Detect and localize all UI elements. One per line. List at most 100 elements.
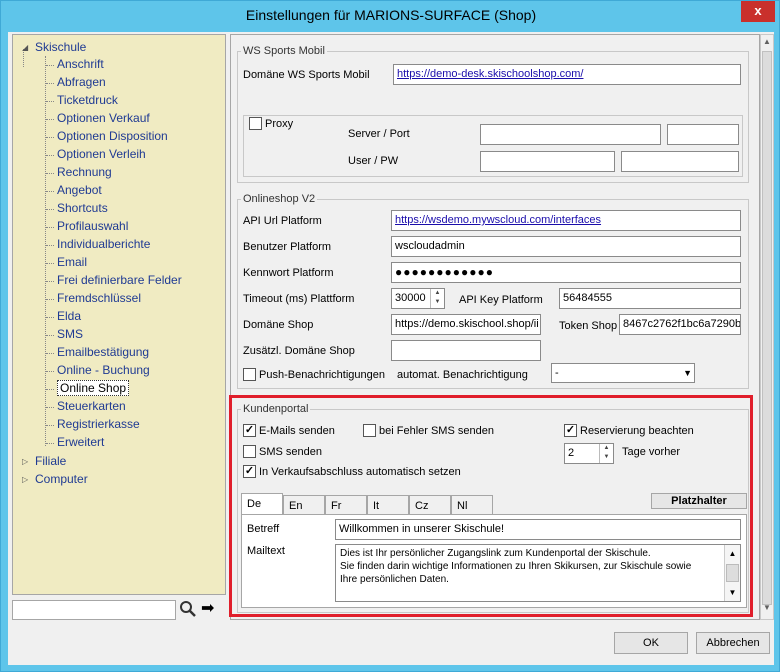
auto-notify-select[interactable]: - ▼	[551, 363, 695, 383]
tree-item[interactable]: Optionen Disposition	[57, 128, 168, 145]
tab-de[interactable]: De	[241, 493, 283, 515]
tree-item[interactable]: Angebot	[57, 182, 102, 199]
port-input[interactable]	[667, 124, 739, 145]
push-checkbox[interactable]	[243, 368, 256, 381]
tree-item[interactable]: Email	[57, 254, 87, 271]
tree-item[interactable]: Profilauswahl	[57, 218, 128, 235]
verkauf-checkbox[interactable]	[243, 465, 256, 478]
sms-error-checkbox[interactable]	[363, 424, 376, 437]
tree-search-input[interactable]	[12, 600, 176, 620]
tab-cz[interactable]: Cz	[409, 495, 451, 515]
server-port-label: Server / Port	[348, 128, 410, 140]
tree-item[interactable]: Rechnung	[57, 164, 112, 181]
cancel-button[interactable]: Abbrechen	[696, 632, 770, 654]
tree-root-computer[interactable]: ▷ Computer	[22, 471, 88, 488]
tree-item[interactable]: Emailbestätigung	[57, 344, 149, 361]
textarea-scrollbar[interactable]: ▲ ▼	[724, 545, 740, 601]
reservierung-checkbox[interactable]	[564, 424, 577, 437]
tree-item[interactable]: Optionen Verkauf	[57, 110, 150, 127]
tree-item[interactable]: Anschrift	[57, 56, 104, 73]
tree-item-label: Registrierkasse	[57, 417, 140, 431]
scroll-thumb[interactable]	[726, 564, 739, 582]
search-icon[interactable]	[178, 599, 198, 619]
tab-en[interactable]: En	[283, 495, 325, 515]
mailtext-line: Dies ist Ihr persönlicher Zugangslink zu…	[340, 548, 651, 559]
tree-item[interactable]: Elda	[57, 308, 81, 325]
tree-connector	[46, 299, 54, 300]
expand-icon[interactable]: ▷	[22, 471, 28, 488]
tree-item[interactable]: Abfragen	[57, 74, 106, 91]
proxy-checkbox[interactable]	[249, 117, 262, 130]
expand-icon[interactable]: ▷	[22, 453, 28, 470]
token-label: Token Shop	[559, 320, 618, 332]
tab-fr[interactable]: Fr	[325, 495, 367, 515]
domain-ws-input[interactable]: https://demo-desk.skischoolshop.com/	[393, 64, 741, 85]
tab-nl[interactable]: Nl	[451, 495, 493, 515]
days-value: 2	[568, 447, 575, 459]
window-title: Einstellungen für MARIONS-SURFACE (Shop)	[245, 7, 537, 23]
days-spinner[interactable]: 2 ▲ ▼	[564, 443, 614, 464]
tree-connector	[46, 353, 54, 354]
mailtext-line: Ihre persönlichen Daten.	[340, 574, 449, 585]
close-button[interactable]: x	[741, 1, 775, 22]
password-platform-input[interactable]: ●●●●●●●●●●●●	[391, 262, 741, 283]
tree-root-filiale[interactable]: ▷ Filiale	[22, 453, 66, 470]
spinner-arrows-icon[interactable]: ▲ ▼	[430, 289, 444, 308]
api-url-input[interactable]: https://wsdemo.mywscloud.com/interfaces	[391, 210, 741, 231]
tree-item[interactable]: Erweitert	[57, 434, 104, 451]
timeout-spinner[interactable]: 30000 ▲ ▼	[391, 288, 445, 309]
scroll-down-icon[interactable]: ▼	[761, 603, 773, 617]
pw-input[interactable]	[621, 151, 739, 172]
apikey-input[interactable]: 56484555	[559, 288, 741, 309]
panel-scrollbar[interactable]: ▲ ▼	[760, 34, 774, 620]
tree-item-label: Email	[57, 255, 88, 269]
tree-item-label: Steuerkarten	[57, 399, 126, 413]
mailtext-textarea[interactable]: Dies ist Ihr persönlicher Zugangslink zu…	[335, 544, 741, 602]
tree-connector	[46, 137, 54, 138]
tab-it[interactable]: It	[367, 495, 409, 515]
tree-connector	[46, 119, 54, 120]
tree-item[interactable]: Frei definierbare Felder	[57, 272, 182, 289]
ok-button[interactable]: OK	[614, 632, 688, 654]
tree-item-label: Fremdschlüssel	[57, 291, 142, 305]
tree-item[interactable]: Online Shop	[57, 380, 130, 397]
scroll-up-icon[interactable]: ▲	[761, 37, 773, 51]
scroll-up-icon[interactable]: ▲	[725, 547, 740, 560]
emails-checkbox[interactable]	[243, 424, 256, 437]
sms-error-label: bei Fehler SMS senden	[379, 425, 494, 437]
tree-item[interactable]: Individualberichte	[57, 236, 150, 253]
tree-item-label: Elda	[57, 309, 82, 323]
tree-item[interactable]: Ticketdruck	[57, 92, 118, 109]
tree-item-label: Online - Buchung	[57, 363, 150, 377]
placeholder-button[interactable]: Platzhalter	[651, 493, 747, 509]
token-input[interactable]: 8467c2762f1bc6a7290b	[619, 314, 741, 335]
collapse-icon[interactable]: ◢	[22, 39, 28, 56]
push-label: Push-Benachrichtigungen	[259, 369, 385, 381]
title-bar[interactable]: Einstellungen für MARIONS-SURFACE (Shop)…	[1, 1, 780, 33]
tree-connector	[46, 227, 54, 228]
tree-connector	[46, 83, 54, 84]
extra-domain-input[interactable]	[391, 340, 541, 361]
arrow-right-icon[interactable]: ➡	[201, 601, 214, 617]
tree-item[interactable]: SMS	[57, 326, 83, 343]
tree-item[interactable]: Fremdschlüssel	[57, 290, 141, 307]
user-platform-input[interactable]: wscloudadmin	[391, 236, 741, 257]
tree-item[interactable]: Steuerkarten	[57, 398, 126, 415]
tree-item-label: Emailbestätigung	[57, 345, 150, 359]
tree-item[interactable]: Optionen Verleih	[57, 146, 146, 163]
tree-item[interactable]: Registrierkasse	[57, 416, 140, 433]
tree-item-label: Online Shop	[57, 380, 130, 396]
scroll-down-icon[interactable]: ▼	[725, 586, 740, 599]
tree-item[interactable]: Online - Buchung	[57, 362, 150, 379]
tree-root-skischule[interactable]: ◢ Skischule	[22, 39, 86, 56]
sms-checkbox[interactable]	[243, 445, 256, 458]
scroll-thumb[interactable]	[762, 51, 772, 605]
tree-connector	[46, 389, 54, 390]
spinner-arrows-icon[interactable]: ▲ ▼	[599, 444, 613, 463]
betreff-input[interactable]: Willkommen in unserer Skischule!	[335, 519, 741, 540]
user-input[interactable]	[480, 151, 615, 172]
onlineshop-group-label: Onlineshop V2	[241, 193, 318, 205]
tree-item[interactable]: Shortcuts	[57, 200, 108, 217]
domain-shop-input[interactable]: https://demo.skischool.shop/ii	[391, 314, 541, 335]
server-input[interactable]	[480, 124, 661, 145]
